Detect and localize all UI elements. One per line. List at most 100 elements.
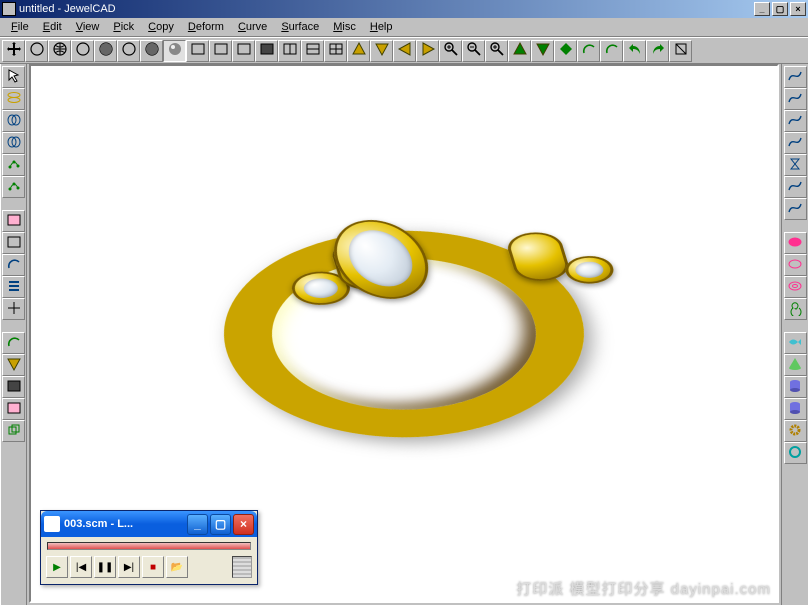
redo-button[interactable]	[646, 40, 669, 62]
globe-button[interactable]	[48, 40, 71, 62]
sphere-wire-button[interactable]	[71, 40, 94, 62]
tri-dn-button[interactable]	[2, 354, 25, 376]
menu-copy[interactable]: Copy	[141, 19, 181, 35]
dup-green-button[interactable]	[2, 420, 25, 442]
menu-curve[interactable]: Curve	[231, 19, 274, 35]
zoom-out-button[interactable]	[462, 40, 485, 62]
rect-half-r-button[interactable]	[232, 40, 255, 62]
dots-curve-button[interactable]	[2, 176, 25, 198]
split-h-button[interactable]	[301, 40, 324, 62]
spiral-button[interactable]	[784, 298, 807, 320]
zoom-in-button[interactable]	[439, 40, 462, 62]
arc-cw-button[interactable]	[600, 40, 623, 62]
arc-open-button[interactable]	[2, 332, 25, 354]
menu-deform[interactable]: Deform	[181, 19, 231, 35]
menu-edit[interactable]: Edit	[36, 19, 69, 35]
rings-stack-button[interactable]	[2, 132, 25, 154]
menu-misc[interactable]: Misc	[326, 19, 363, 35]
curve-rev-button[interactable]	[784, 88, 807, 110]
curve-s-button[interactable]	[784, 66, 807, 88]
tri-lt-y-button[interactable]	[393, 40, 416, 62]
player-maximize-button[interactable]: ▢	[210, 514, 231, 535]
rect-outline-pk-button[interactable]	[2, 398, 25, 420]
curve-z-button[interactable]	[784, 176, 807, 198]
maximize-button[interactable]: ▢	[772, 2, 788, 16]
cyl-v-button[interactable]	[784, 376, 807, 398]
arc-blue-button[interactable]	[2, 254, 25, 276]
rings-blue-button[interactable]	[2, 110, 25, 132]
player-play-button[interactable]: ▶	[46, 556, 68, 578]
sphere-shade-button[interactable]	[94, 40, 117, 62]
cross-button[interactable]	[2, 298, 25, 320]
wire-toggle-button[interactable]	[669, 40, 692, 62]
render-button[interactable]	[163, 40, 186, 62]
player-close-button[interactable]: ×	[233, 514, 254, 535]
circle-select-button[interactable]	[25, 40, 48, 62]
zoom-window-button[interactable]	[485, 40, 508, 62]
tri-dn-y-button[interactable]	[370, 40, 393, 62]
tri-dn-g-button[interactable]	[531, 40, 554, 62]
torus-button[interactable]	[784, 276, 807, 298]
close-button[interactable]: ×	[790, 2, 806, 16]
player-step-fwd-button[interactable]: ▶|	[118, 556, 140, 578]
loop-button[interactable]	[784, 132, 807, 154]
hourglass-icon	[787, 156, 803, 175]
player-window[interactable]: 003.scm - L... _ ▢ × ▶|◀❚❚▶|■📂	[40, 510, 258, 585]
menu-help[interactable]: Help	[363, 19, 400, 35]
ellipse-solid-button[interactable]	[784, 232, 807, 254]
menu-pick[interactable]: Pick	[106, 19, 141, 35]
fish-button[interactable]	[784, 332, 807, 354]
zoom-out-icon	[466, 41, 482, 60]
menu-file[interactable]: File	[4, 19, 36, 35]
gear-button[interactable]	[784, 420, 807, 442]
ellipses-button[interactable]	[2, 88, 25, 110]
split-4-button[interactable]	[324, 40, 347, 62]
rect-blue-icon	[6, 234, 22, 253]
player-titlebar[interactable]: 003.scm - L... _ ▢ ×	[41, 511, 257, 537]
rect-solid-button[interactable]	[255, 40, 278, 62]
diamond-g-button[interactable]	[554, 40, 577, 62]
title-bar: untitled - JewelCAD _ ▢ ×	[0, 0, 808, 18]
undo-button[interactable]	[623, 40, 646, 62]
rect-pink-button[interactable]	[2, 210, 25, 232]
rect-outline-button[interactable]	[186, 40, 209, 62]
ellipses-icon	[6, 90, 22, 109]
player-volume-slider[interactable]	[232, 556, 252, 578]
menu-surface[interactable]: Surface	[274, 19, 326, 35]
tri-up-y-button[interactable]	[347, 40, 370, 62]
menu-view[interactable]: View	[69, 19, 107, 35]
bars-button[interactable]	[2, 276, 25, 298]
mirror-v-icon	[787, 200, 803, 219]
hourglass-button[interactable]	[784, 154, 807, 176]
select-arrow-button[interactable]	[2, 66, 25, 88]
rect-solid-pk-button[interactable]	[2, 376, 25, 398]
move-button[interactable]	[2, 40, 25, 62]
sphere-solid-button[interactable]	[140, 40, 163, 62]
tri-dn-y-icon	[374, 41, 390, 60]
player-progress[interactable]	[47, 542, 251, 550]
cyl-h-button[interactable]	[784, 398, 807, 420]
minimize-button[interactable]: _	[754, 2, 770, 16]
mirror-v-button[interactable]	[784, 198, 807, 220]
player-pause-button[interactable]: ❚❚	[94, 556, 116, 578]
player-open-button[interactable]: 📂	[166, 556, 188, 578]
dots-green-button[interactable]	[2, 154, 25, 176]
tri-rt-y-icon	[420, 41, 436, 60]
player-minimize-button[interactable]: _	[187, 514, 208, 535]
ring-4-button[interactable]	[784, 442, 807, 464]
move-icon	[6, 41, 22, 60]
tri-rt-y-button[interactable]	[416, 40, 439, 62]
ellipse-outline-button[interactable]	[784, 254, 807, 276]
rect-blue-button[interactable]	[2, 232, 25, 254]
sphere-half-button[interactable]	[117, 40, 140, 62]
rect-half-l-button[interactable]	[209, 40, 232, 62]
wire-toggle-icon	[673, 41, 689, 60]
arc-ccw-button[interactable]	[577, 40, 600, 62]
wave-button[interactable]	[784, 110, 807, 132]
tri-up-g-button[interactable]	[508, 40, 531, 62]
player-stop-button[interactable]: ■	[142, 556, 164, 578]
cone-button[interactable]	[784, 354, 807, 376]
arc-open-icon	[6, 334, 22, 353]
player-step-back-button[interactable]: |◀	[70, 556, 92, 578]
split-v-button[interactable]	[278, 40, 301, 62]
